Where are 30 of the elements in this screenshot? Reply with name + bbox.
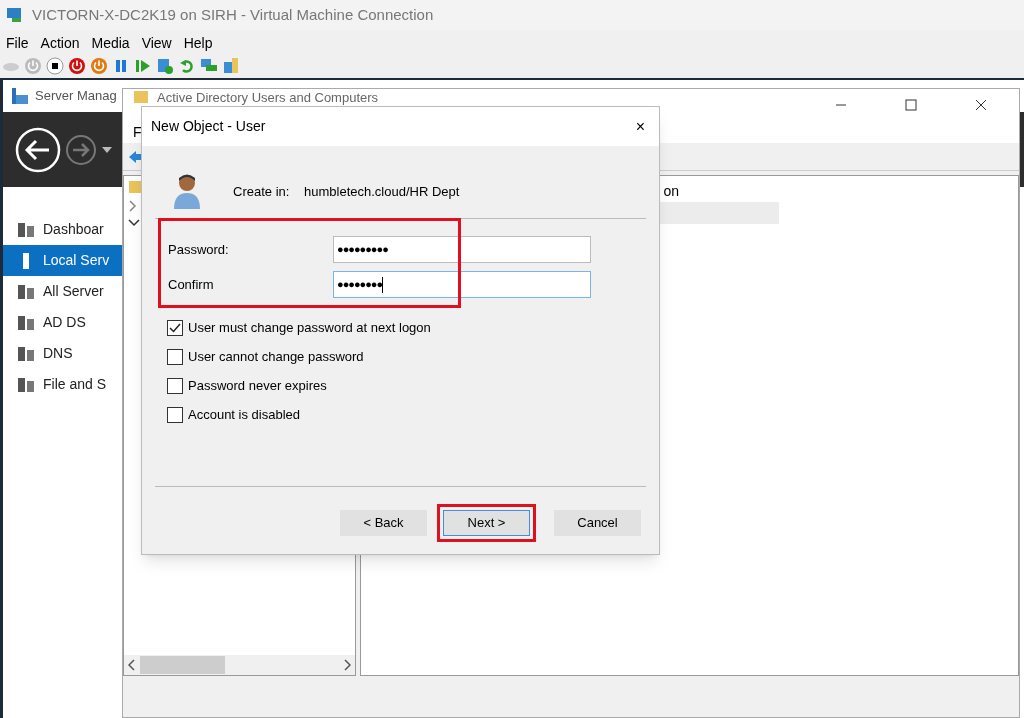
sidebar-item[interactable]: AD DS bbox=[3, 307, 122, 338]
sidebar-item[interactable]: DNS bbox=[3, 338, 122, 369]
sidebar-item[interactable]: Local Serv bbox=[3, 245, 122, 276]
menu-item[interactable]: Help bbox=[183, 32, 213, 54]
dialog-button[interactable]: Cancel bbox=[554, 510, 641, 536]
menu-item[interactable]: Action bbox=[40, 32, 80, 54]
checkbox-label: User must change password at next logon bbox=[188, 318, 431, 337]
field-label: Create in: bbox=[233, 183, 291, 202]
sidebar-item[interactable]: Dashboar bbox=[3, 214, 122, 245]
checkbox-label: Account is disabled bbox=[188, 405, 300, 424]
dialog-button[interactable]: Next > bbox=[443, 510, 530, 536]
field-value: humbletech.cloud/HR Dept bbox=[304, 183, 460, 202]
window-title: Active Directory Users and Computers bbox=[157, 90, 380, 105]
password-field[interactable]: ●●●●●●●● bbox=[333, 271, 591, 298]
window-title: Server Manag bbox=[35, 87, 117, 106]
dialog-button[interactable]: < Back bbox=[340, 510, 427, 536]
menu-item[interactable]: Media bbox=[91, 32, 130, 54]
checkbox-label: User cannot change password bbox=[188, 347, 364, 366]
field-label: Confirm bbox=[168, 275, 215, 294]
menu-item[interactable]: F bbox=[133, 121, 142, 143]
close-button[interactable]: × bbox=[635, 118, 645, 135]
password-field[interactable]: ●●●●●●●●● bbox=[333, 236, 591, 263]
sidebar-item[interactable]: All Server bbox=[3, 276, 122, 307]
window-title: VICTORN-X-DC2K19 on SIRH - Virtual Machine Connection bbox=[32, 4, 434, 25]
checkbox-label: Password never expires bbox=[188, 376, 327, 395]
sidebar-item[interactable]: File and S bbox=[3, 369, 122, 400]
dialog-title: New Object - User bbox=[151, 117, 266, 136]
menu-item[interactable]: File bbox=[6, 32, 29, 54]
menu-item[interactable]: View bbox=[141, 32, 172, 54]
field-label: Password: bbox=[168, 240, 230, 259]
